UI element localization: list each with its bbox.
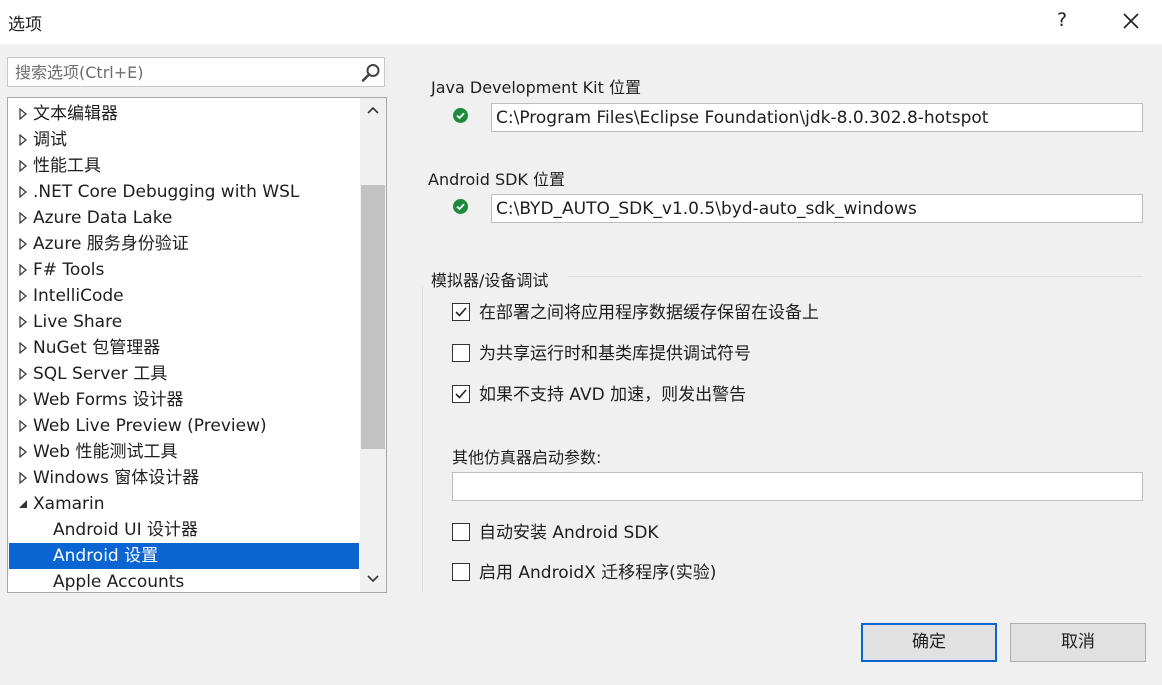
tree-item[interactable]: Web Live Preview (Preview) [9, 413, 359, 439]
collapsed-arrow-icon[interactable] [16, 283, 30, 309]
sdk-location-label: Android SDK 位置 [428, 170, 566, 189]
tree-item-label: Android 设置 [53, 546, 159, 566]
tree-item[interactable]: IntelliCode [9, 283, 359, 309]
collapsed-arrow-icon[interactable] [16, 205, 30, 231]
tree-item-label: NuGet 包管理器 [33, 338, 161, 358]
checkmark-icon [455, 307, 467, 317]
tree-item-label: 调试 [33, 130, 67, 150]
help-button[interactable]: ? [1052, 9, 1072, 31]
collapsed-arrow-icon[interactable] [16, 361, 30, 387]
tree-item-label: Web Forms 设计器 [33, 390, 184, 410]
chevron-up-icon [367, 106, 379, 114]
tree-item-label: Windows 窗体设计器 [33, 468, 200, 488]
tree-item-label: 文本编辑器 [33, 104, 118, 124]
emulator-args-field[interactable] [452, 472, 1143, 501]
tree-item-label: Apple Accounts [53, 572, 185, 592]
tree-item-label: F# Tools [33, 260, 105, 280]
collapsed-arrow-icon[interactable] [16, 439, 30, 465]
collapsed-arrow-icon[interactable] [16, 101, 30, 127]
checkbox-label: 在部署之间将应用程序数据缓存保留在设备上 [479, 303, 819, 323]
expanded-arrow-icon[interactable] [16, 491, 30, 517]
checkbox-box[interactable] [452, 344, 470, 362]
checkbox-box[interactable] [452, 385, 470, 403]
tree-item[interactable]: Windows 窗体设计器 [9, 465, 359, 491]
tree-item[interactable]: NuGet 包管理器 [9, 335, 359, 361]
options-tree: 文本编辑器调试性能工具 .NET Core Debugging with WSL A… [7, 97, 387, 593]
checkbox-box[interactable] [452, 303, 470, 321]
checkmark-icon [455, 389, 467, 399]
checkbox-box[interactable] [452, 523, 470, 541]
collapsed-arrow-icon[interactable] [16, 231, 30, 257]
checkbox-label: 启用 AndroidX 迁移程序(实验) [479, 563, 717, 583]
tree-item[interactable]: Web 性能测试工具 [9, 439, 359, 465]
sdk-path-field[interactable] [491, 194, 1143, 223]
group-border [422, 287, 423, 592]
tree-item-label: Azure 服务身份验证 [33, 234, 189, 254]
tree-item-label: .NET Core Debugging with WSL [33, 182, 300, 202]
collapsed-arrow-icon[interactable] [16, 335, 30, 361]
tree-item[interactable]: 性能工具 [9, 153, 359, 179]
search-icon[interactable] [360, 62, 382, 84]
emulator-args-label: 其他仿真器启动参数: [452, 448, 602, 467]
tree-item[interactable]: Live Share [9, 309, 359, 335]
tree-item-label: Web Live Preview (Preview) [33, 416, 267, 436]
tree-item-label: IntelliCode [33, 286, 124, 306]
tree-item[interactable]: SQL Server 工具 [9, 361, 359, 387]
collapsed-arrow-icon[interactable] [16, 309, 30, 335]
checkbox-box[interactable] [452, 563, 470, 581]
tree-item[interactable]: Azure 服务身份验证 [9, 231, 359, 257]
tree-item-label: Android UI 设计器 [53, 520, 198, 540]
tree-item[interactable]: .NET Core Debugging with WSL [9, 179, 359, 205]
collapsed-arrow-icon[interactable] [16, 153, 30, 179]
tree-item-label: SQL Server 工具 [33, 364, 168, 384]
cancel-button[interactable]: 取消 [1010, 623, 1146, 662]
tree-item[interactable]: Apple Accounts [9, 569, 359, 592]
tree-item[interactable]: F# Tools [9, 257, 359, 283]
close-icon [1123, 13, 1139, 29]
tree-item-label: 性能工具 [33, 156, 101, 176]
search-input[interactable] [8, 58, 348, 86]
tree-item[interactable]: Android UI 设计器 [9, 517, 359, 543]
window-title: 选项 [8, 15, 42, 35]
tree-item[interactable]: Android 设置 [9, 543, 359, 569]
chevron-down-icon [367, 575, 379, 583]
collapsed-arrow-icon[interactable] [16, 257, 30, 283]
tree-item-label: Azure Data Lake [33, 208, 173, 228]
tree-scrollbar[interactable] [360, 98, 386, 592]
tree-item-label: Xamarin [33, 494, 105, 514]
close-button[interactable] [1119, 10, 1143, 34]
checkbox-label: 为共享运行时和基类库提供调试符号 [479, 344, 751, 364]
search-box [7, 57, 385, 87]
collapsed-arrow-icon[interactable] [16, 413, 30, 439]
emulator-group-title: 模拟器/设备调试 [431, 271, 549, 290]
scroll-thumb[interactable] [361, 185, 385, 449]
ok-button[interactable]: 确定 [861, 623, 997, 662]
checkbox-label: 自动安装 Android SDK [479, 523, 659, 543]
collapsed-arrow-icon[interactable] [16, 127, 30, 153]
group-divider [568, 276, 1143, 277]
title-bar: 选项 ? [0, 0, 1162, 44]
tree-item[interactable]: Xamarin [9, 491, 359, 517]
tree-item[interactable]: Azure Data Lake [9, 205, 359, 231]
check-circle-icon [453, 108, 468, 123]
check-circle-icon [453, 199, 468, 214]
jdk-location-label: Java Development Kit 位置 [431, 78, 641, 97]
tree-item[interactable]: Web Forms 设计器 [9, 387, 359, 413]
collapsed-arrow-icon[interactable] [16, 465, 30, 491]
tree-item[interactable]: 调试 [9, 127, 359, 153]
collapsed-arrow-icon[interactable] [16, 387, 30, 413]
tree-item-label: Live Share [33, 312, 123, 332]
scroll-up-button[interactable] [360, 98, 386, 124]
checkbox-label: 如果不支持 AVD 加速，则发出警告 [479, 385, 747, 405]
tree-item-label: Web 性能测试工具 [33, 442, 178, 462]
scroll-down-button[interactable] [360, 566, 386, 592]
jdk-path-field[interactable] [491, 103, 1143, 132]
collapsed-arrow-icon[interactable] [16, 179, 30, 205]
tree-item[interactable]: 文本编辑器 [9, 101, 359, 127]
